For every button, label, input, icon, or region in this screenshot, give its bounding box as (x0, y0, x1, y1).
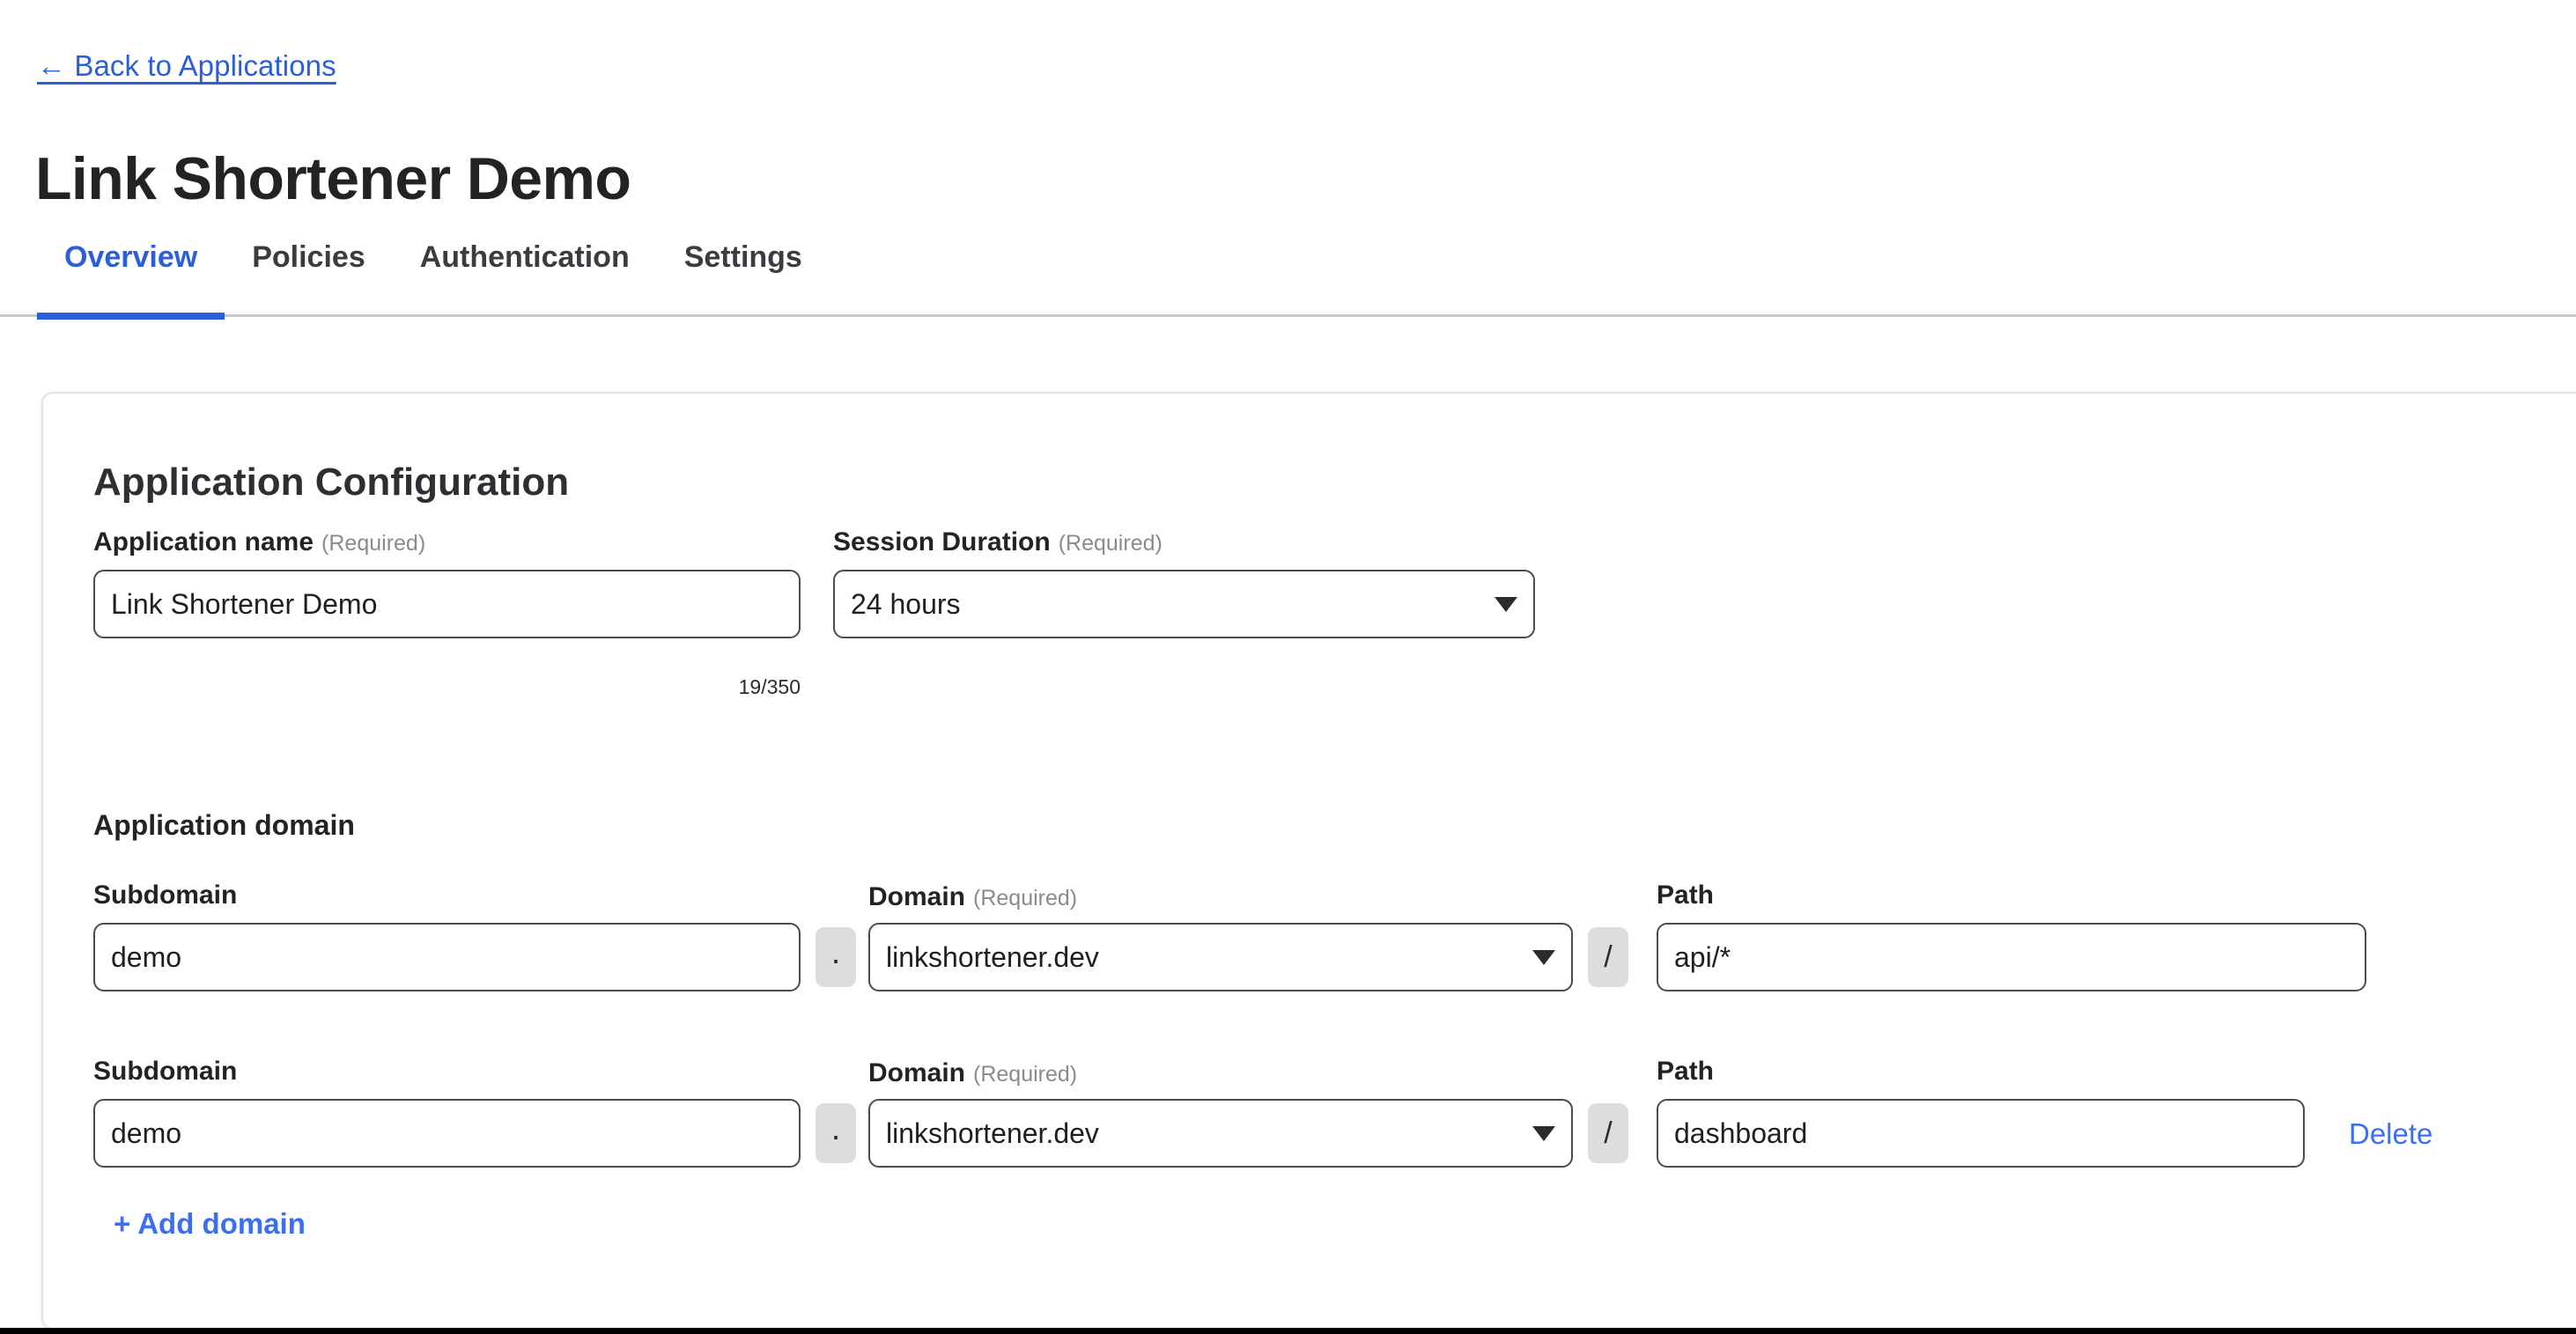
domain-label-row-2: Domain (Required) (868, 1058, 1077, 1088)
domain-value-row-2: linkshortener.dev (886, 1117, 1524, 1150)
subdomain-value-row-1: demo (111, 941, 181, 974)
application-configuration-card: Application Configuration Application na… (41, 392, 2576, 1330)
application-domain-group-label: Application domain (93, 809, 355, 842)
path-label-row-1: Path (1657, 881, 1714, 910)
domain-select-row-1[interactable]: linkshortener.dev (868, 923, 1573, 991)
domain-required-note-row-1: (Required) (973, 886, 1077, 910)
subdomain-label-row-1: Subdomain (93, 881, 237, 910)
back-to-applications-link[interactable]: ← Back to Applications (37, 49, 336, 83)
subdomain-input-row-2[interactable]: demo (93, 1099, 801, 1168)
application-name-input[interactable]: Link Shortener Demo (93, 570, 801, 638)
dot-separator-row-2: . (816, 1103, 856, 1163)
domain-required-note-row-2: (Required) (973, 1062, 1077, 1087)
path-input-row-2[interactable]: dashboard (1657, 1099, 2305, 1168)
domain-label-text-row-2: Domain (868, 1058, 965, 1087)
domain-value-row-1: linkshortener.dev (886, 941, 1524, 974)
subdomain-label-row-2: Subdomain (93, 1057, 237, 1087)
domain-label-text-row-1: Domain (868, 882, 965, 911)
tab-settings[interactable]: Settings (657, 231, 830, 317)
add-domain-button[interactable]: + Add domain (114, 1207, 306, 1241)
domain-select-row-2[interactable]: linkshortener.dev (868, 1099, 1573, 1168)
chevron-down-icon (1532, 1126, 1555, 1141)
tab-overview[interactable]: Overview (37, 231, 225, 317)
path-value-row-2: dashboard (1674, 1117, 1807, 1150)
dot-separator-row-1: . (816, 927, 856, 987)
page-title: Link Shortener Demo (35, 144, 631, 213)
application-name-label-text: Application name (93, 527, 314, 556)
domain-label-row-1: Domain (Required) (868, 882, 1077, 912)
chevron-down-icon (1532, 950, 1555, 965)
subdomain-input-row-1[interactable]: demo (93, 923, 801, 991)
session-duration-select[interactable]: 24 hours (833, 570, 1535, 638)
path-label-row-2: Path (1657, 1057, 1714, 1087)
session-duration-label-text: Session Duration (833, 527, 1051, 556)
subdomain-value-row-2: demo (111, 1117, 181, 1150)
chevron-down-icon (1495, 597, 1517, 612)
tab-bar: Overview Policies Authentication Setting… (0, 231, 2576, 317)
application-detail-page: ← Back to Applications Link Shortener De… (0, 0, 2576, 1334)
tab-authentication[interactable]: Authentication (393, 231, 657, 317)
session-duration-required-note: (Required) (1059, 531, 1163, 556)
tab-policies[interactable]: Policies (225, 231, 393, 317)
application-name-label: Application name (Required) (93, 527, 425, 557)
path-input-row-1[interactable]: api/* (1657, 923, 2366, 991)
slash-separator-row-2: / (1588, 1103, 1628, 1163)
session-duration-label: Session Duration (Required) (833, 527, 1163, 557)
path-value-row-1: api/* (1674, 941, 1731, 974)
slash-separator-row-1: / (1588, 927, 1628, 987)
delete-domain-link-row-2[interactable]: Delete (2349, 1117, 2432, 1151)
application-name-value: Link Shortener Demo (111, 588, 377, 621)
section-title-application-configuration: Application Configuration (93, 461, 569, 505)
application-name-character-counter: 19/350 (589, 675, 801, 699)
session-duration-value: 24 hours (851, 588, 1486, 621)
application-name-required-note: (Required) (321, 531, 425, 556)
